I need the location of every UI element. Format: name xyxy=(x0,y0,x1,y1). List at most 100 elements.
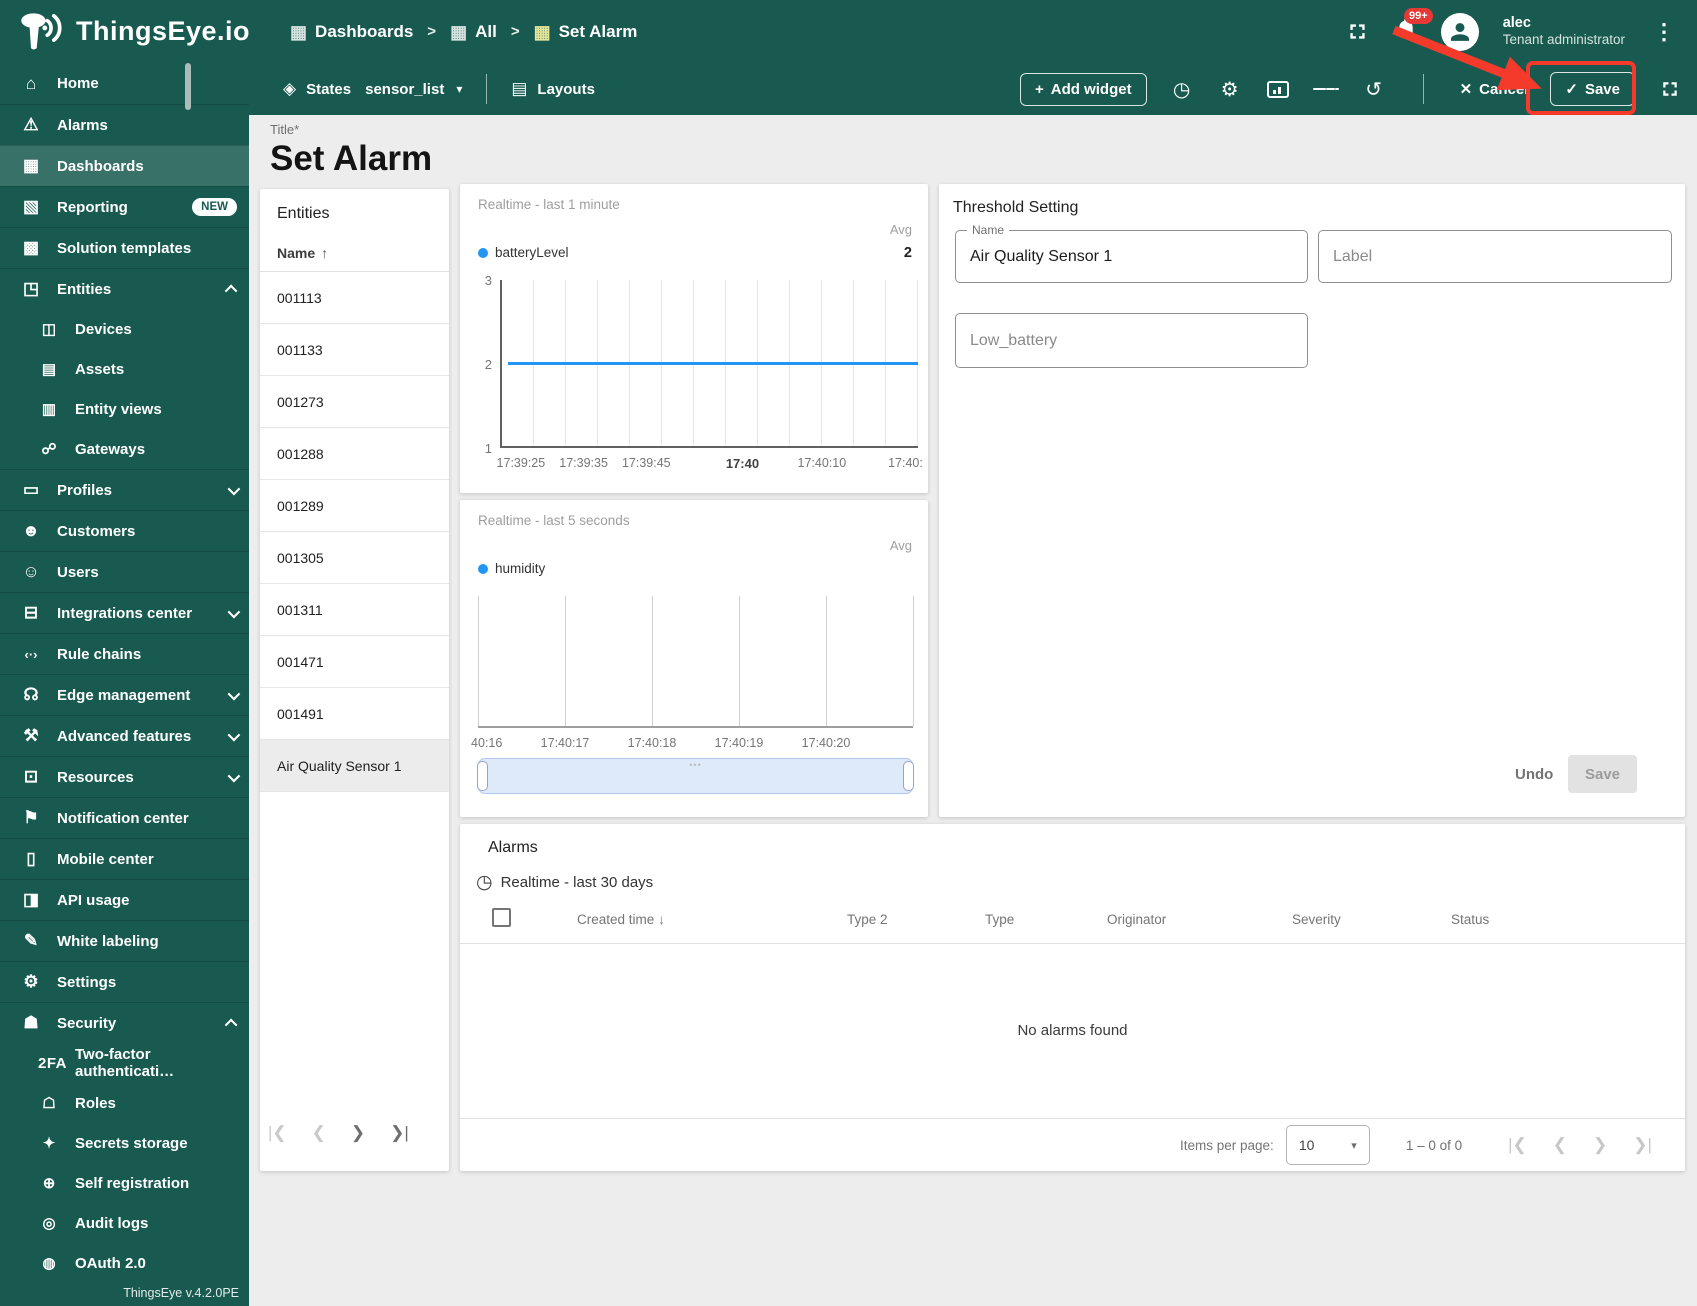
fullscreen-icon[interactable] xyxy=(1345,19,1371,45)
sidebar-item-gateways[interactable]: ☍ Gateways xyxy=(0,429,249,469)
undo-button[interactable]: Undo xyxy=(1505,760,1563,789)
chart-plot-area[interactable] xyxy=(478,596,914,728)
sidebar-item-assets[interactable]: ▤ Assets xyxy=(0,349,249,389)
sidebar-item-security[interactable]: ☗ Security xyxy=(0,1002,249,1043)
sidebar-item-entities[interactable]: ◳ Entities xyxy=(0,268,249,309)
sidebar-item-rule-chains[interactable]: ‹·› Rule chains xyxy=(0,633,249,674)
sidebar-item-edge-management[interactable]: ☊ Edge management xyxy=(0,674,249,715)
sidebar-item-devices[interactable]: ◫ Devices xyxy=(0,309,249,349)
dashboard-settings-icon[interactable]: ⚙ xyxy=(1217,76,1243,102)
last-page-icon[interactable]: ❯| xyxy=(390,1123,409,1143)
column-type[interactable]: Type xyxy=(985,912,1014,927)
page-title[interactable]: Set Alarm xyxy=(270,139,432,179)
breadcrumb-dashboards[interactable]: ▦ Dashboards xyxy=(290,22,413,42)
sidebar-item-dashboards[interactable]: ▦ Dashboards xyxy=(0,145,249,186)
entity-views-icon: ▥ xyxy=(41,401,57,418)
first-page-icon[interactable]: |❮ xyxy=(268,1123,287,1143)
sidebar-item-mobile-center[interactable]: ▯ Mobile center xyxy=(0,838,249,879)
column-severity[interactable]: Severity xyxy=(1292,912,1341,927)
column-type2[interactable]: Type 2 xyxy=(847,912,888,927)
sidebar-item-alarms[interactable]: ⚠ Alarms xyxy=(0,104,249,145)
sidebar-item-customers[interactable]: ☻ Customers xyxy=(0,510,249,551)
sort-desc-icon: ↓ xyxy=(658,912,665,927)
sidebar-item-settings[interactable]: ⚙ Settings xyxy=(0,961,249,1002)
slider-grip-icon[interactable]: ••• xyxy=(689,760,701,770)
entity-row[interactable]: 001311 xyxy=(260,584,449,636)
sidebar-item-solution-templates[interactable]: ▩ Solution templates xyxy=(0,227,249,268)
sidebar-item-users[interactable]: ☺ Users xyxy=(0,551,249,592)
slider-right-handle[interactable] xyxy=(903,761,914,791)
sidebar-item-secrets-storage[interactable]: ✦ Secrets storage xyxy=(0,1123,249,1163)
sidebar-item-audit-logs[interactable]: ◎ Audit logs xyxy=(0,1203,249,1243)
items-per-page-select[interactable]: 10 ▾ xyxy=(1285,1125,1370,1165)
name-field[interactable]: Name Air Quality Sensor 1 xyxy=(955,223,1308,283)
fullscreen-icon[interactable] xyxy=(1657,76,1683,102)
chart-legend[interactable]: batteryLevel xyxy=(478,245,569,260)
breadcrumb-all[interactable]: ▦ All xyxy=(450,22,497,42)
chart-legend[interactable]: humidity xyxy=(478,561,545,576)
filters-icon[interactable] xyxy=(1312,76,1339,102)
entities-name-column-header[interactable]: Name ↑ xyxy=(260,223,449,272)
save-button[interactable]: ✓ Save xyxy=(1550,72,1635,106)
kebab-menu-icon[interactable]: ⋮ xyxy=(1649,19,1679,45)
notifications-bell[interactable]: 99+ xyxy=(1395,8,1433,46)
prev-page-icon[interactable]: ❮ xyxy=(312,1123,326,1143)
sidebar-item-advanced-features[interactable]: ⚒ Advanced features xyxy=(0,715,249,756)
entity-row[interactable]: 001273 xyxy=(260,376,449,428)
entity-row[interactable]: 001288 xyxy=(260,428,449,480)
entity-row[interactable]: 001133 xyxy=(260,324,449,376)
cancel-button[interactable]: ✕ Cancel xyxy=(1460,80,1529,99)
user-info[interactable]: alec Tenant administrator xyxy=(1503,14,1625,49)
time-range-slider[interactable]: ••• xyxy=(477,758,914,794)
sidebar-item-resources[interactable]: ⊡ Resources xyxy=(0,756,249,797)
avatar[interactable] xyxy=(1440,12,1479,51)
threshold-save-button[interactable]: Save xyxy=(1568,755,1637,793)
slider-left-handle[interactable] xyxy=(477,761,488,791)
humidity-chart-widget[interactable]: Realtime - last 5 seconds Avg humidity 4… xyxy=(460,500,928,817)
last-page-icon[interactable]: ❯| xyxy=(1633,1135,1652,1155)
sidebar-item-integrations-center[interactable]: ⊟ Integrations center xyxy=(0,592,249,633)
sidebar-item-two-factor[interactable]: 2FA Two-factor authenticati… xyxy=(0,1043,249,1083)
sidebar-item-self-registration[interactable]: ⊕ Self registration xyxy=(0,1163,249,1203)
column-created-time[interactable]: Created time ↓ xyxy=(577,912,665,927)
entity-row[interactable]: 001289 xyxy=(260,480,449,532)
entity-row[interactable]: 001471 xyxy=(260,636,449,688)
state-select[interactable]: sensor_list xyxy=(365,81,444,98)
chevron-down-icon[interactable]: ▾ xyxy=(456,82,462,96)
select-all-checkbox[interactable] xyxy=(492,908,511,927)
entity-row[interactable]: 001305 xyxy=(260,532,449,584)
sidebar-scrollbar[interactable] xyxy=(185,63,191,110)
add-widget-button[interactable]: + Add widget xyxy=(1020,72,1147,106)
breadcrumb-set-alarm[interactable]: ▦ Set Alarm xyxy=(534,22,638,42)
sidebar-item-white-labeling[interactable]: ✎ White labeling xyxy=(0,920,249,961)
next-page-icon[interactable]: ❯ xyxy=(351,1123,365,1143)
battery-level-chart-widget[interactable]: Realtime - last 1 minute Avg batteryLeve… xyxy=(460,184,928,493)
sidebar-item-reporting[interactable]: ▧ Reporting NEW xyxy=(0,186,249,227)
entity-aliases-icon[interactable] xyxy=(1265,76,1291,102)
sidebar-item-notification-center[interactable]: ⚑ Notification center xyxy=(0,797,249,838)
chart-plot-area[interactable] xyxy=(500,280,918,448)
sidebar-item-roles[interactable]: ☖ Roles xyxy=(0,1083,249,1123)
prev-page-icon[interactable]: ❮ xyxy=(1553,1135,1567,1155)
layouts-button[interactable]: Layouts xyxy=(537,81,595,98)
entity-row[interactable]: 001113 xyxy=(260,272,449,324)
gridline xyxy=(913,596,914,726)
label-field[interactable]: Label xyxy=(1318,230,1672,283)
first-page-icon[interactable]: |❮ xyxy=(1508,1135,1527,1155)
sidebar-item-home[interactable]: ⌂ Home xyxy=(0,63,249,104)
sidebar-item-entity-views[interactable]: ▥ Entity views xyxy=(0,389,249,429)
app-logo[interactable]: ThingsEye.io xyxy=(18,10,250,54)
sidebar-item-api-usage[interactable]: ◨ API usage xyxy=(0,879,249,920)
sidebar-item-profiles[interactable]: ▭ Profiles xyxy=(0,469,249,510)
column-originator[interactable]: Originator xyxy=(1107,912,1166,927)
timewindow-icon[interactable]: ◷ xyxy=(1169,76,1195,102)
version-history-icon[interactable]: ↺ xyxy=(1361,76,1387,102)
alarm-type-field[interactable]: Low_battery xyxy=(955,313,1308,368)
entity-row[interactable]: 001491 xyxy=(260,688,449,740)
entity-row-selected[interactable]: Air Quality Sensor 1 xyxy=(260,740,449,792)
column-status[interactable]: Status xyxy=(1451,912,1489,927)
alarms-timewindow[interactable]: ◷ Realtime - last 30 days xyxy=(460,857,1685,894)
next-page-icon[interactable]: ❯ xyxy=(1593,1135,1607,1155)
sidebar-item-oauth[interactable]: ◍ OAuth 2.0 xyxy=(0,1243,249,1283)
pen-icon: ✎ xyxy=(23,931,39,950)
